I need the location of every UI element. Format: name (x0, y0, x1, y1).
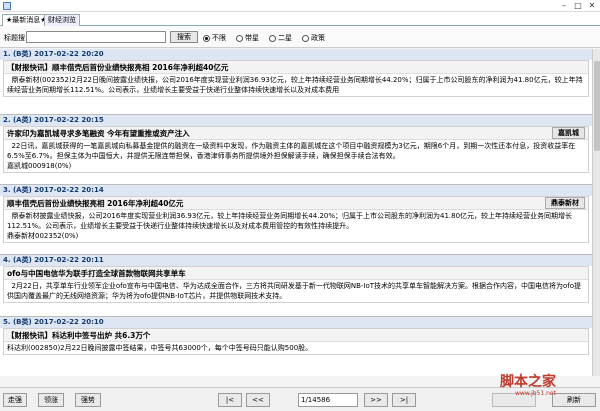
last-page-button[interactable]: >| (392, 393, 416, 407)
news-item-title: ofo与中国电信华为联手打造全球首款物联网共享单车 (7, 268, 186, 278)
title-bar: – □ ✕ (0, 0, 600, 12)
radio-two-star[interactable]: 二星 (269, 33, 292, 43)
radio-dot (236, 34, 243, 42)
news-item-title: 顺丰借壳后首份业绩快报亮相 2016年净利超40亿元 (7, 198, 184, 208)
radio-dot (203, 34, 210, 42)
app-icon (3, 2, 11, 10)
scroll-thumb[interactable] (594, 61, 600, 151)
stock-tag[interactable]: 鼎泰新材 (545, 197, 585, 209)
next-page-button[interactable]: >> (364, 393, 388, 407)
watermark-url: www.jb51.net (515, 390, 556, 397)
strong-button[interactable]: 走强 (3, 393, 27, 407)
strong-trend-button[interactable]: 强势 (75, 393, 101, 407)
search-button[interactable]: 搜索 (170, 31, 198, 43)
news-item-header: 4. (A类) 2017-02-22 20:11 (0, 255, 592, 266)
minimize-button[interactable]: – (558, 1, 570, 11)
news-item-title-bar: 【财报快讯】顺丰借壳后首份业绩快报亮相 2016年净利超40亿元 (4, 61, 588, 74)
radio-policy[interactable]: 政策 (302, 33, 325, 43)
news-item-text: 鼎泰新材(002352)2月22日晚间披露业绩快报，公司2016年度实现营业利润… (7, 76, 583, 94)
news-item-body: 【财报快讯】顺丰借壳后首份业绩快报亮相 2016年净利超40亿元 鼎泰新材(00… (3, 60, 589, 97)
refresh-button[interactable]: 刷新 (552, 393, 596, 407)
news-list: 1. (B类) 2017-02-22 20:20 【财报快讯】顺丰借壳后首份业绩… (0, 49, 592, 376)
tab-bar: ★最新消息★ 财经浏览 (0, 12, 600, 26)
page-indicator[interactable]: 1/14586 (298, 393, 358, 407)
close-button[interactable]: ✕ (586, 1, 598, 11)
search-input[interactable] (26, 31, 166, 43)
radio-label: 带星 (245, 34, 259, 42)
radio-all[interactable]: 不限 (203, 33, 226, 43)
tab-finance-browse[interactable]: 财经浏览 (44, 14, 80, 26)
maximize-button[interactable]: □ (572, 1, 584, 11)
news-item-title: 许家印为嘉凯城寻求多笔融资 今年有望重推或资产注入 (7, 128, 190, 138)
news-item[interactable]: 3. (A类) 2017-02-22 20:14 顺丰借壳后首份业绩快报亮相 2… (0, 185, 592, 255)
stock-tag[interactable]: 嘉凯城 (552, 127, 585, 139)
news-item-body: 【财报快讯】科达利中签号出炉 共6.3万个 科达利(002850)2月22日晚间… (3, 328, 589, 355)
radio-label: 不限 (212, 34, 226, 42)
radio-label: 政策 (311, 34, 325, 42)
news-item-text: 鼎泰新材披露业绩快报，公司2016年度实现营业利润36.93亿元，较上年持续经营… (7, 212, 573, 240)
news-item-text: 2月22日，共享单车行业领军企业ofo宣布与中国电信、华为达成全面合作，三方将共… (7, 282, 582, 300)
news-item-title-bar: 顺丰借壳后首份业绩快报亮相 2016年净利超40亿元 鼎泰新材 (4, 197, 588, 210)
news-item-header: 5. (B类) 2017-02-22 20:10 (0, 317, 592, 328)
radio-starred[interactable]: 带星 (236, 33, 259, 43)
news-item-title-bar: 许家印为嘉凯城寻求多笔融资 今年有望重推或资产注入 嘉凯城 (4, 127, 588, 140)
radio-label: 二星 (278, 34, 292, 42)
news-item[interactable]: 5. (B类) 2017-02-22 20:10 【财报快讯】科达利中签号出炉 … (0, 317, 592, 376)
news-item-header: 1. (B类) 2017-02-22 20:20 (0, 49, 592, 60)
news-item-body: ofo与中国电信华为联手打造全球首款物联网共享单车 2月22日，共享单车行业领军… (3, 266, 589, 303)
prev-page-button[interactable]: << (246, 393, 270, 407)
vertical-scrollbar[interactable] (592, 49, 600, 376)
news-item-body: 许家印为嘉凯城寻求多笔融资 今年有望重推或资产注入 嘉凯城 22日讯，嘉凯城获得的… (3, 126, 589, 173)
app-window: – □ ✕ ★最新消息★ 财经浏览 标题搜： 搜索 不限 带星 二星 政策 1.… (0, 0, 600, 411)
watermark-logo: 脚本之家 (500, 374, 556, 390)
news-item-header: 2. (A类) 2017-02-22 20:15 (0, 115, 592, 126)
search-bar: 标题搜： 搜索 不限 带星 二星 政策 (0, 26, 600, 48)
radio-dot (269, 34, 276, 42)
news-item-title: 【财报快讯】科达利中签号出炉 共6.3万个 (7, 330, 151, 340)
news-item[interactable]: 1. (B类) 2017-02-22 20:20 【财报快讯】顺丰借壳后首份业绩… (0, 49, 592, 115)
news-item-title: 【财报快讯】顺丰借壳后首份业绩快报亮相 2016年净利超40亿元 (7, 62, 229, 72)
news-item-body: 顺丰借壳后首份业绩快报亮相 2016年净利超40亿元 鼎泰新材 鼎泰新材披露业绩快… (3, 196, 589, 243)
news-item-header: 3. (A类) 2017-02-22 20:14 (0, 185, 592, 196)
news-item[interactable]: 4. (A类) 2017-02-22 20:11 ofo与中国电信华为联手打造全… (0, 255, 592, 317)
news-item[interactable]: 2. (A类) 2017-02-22 20:15 许家印为嘉凯城寻求多笔融资 今… (0, 115, 592, 185)
first-page-button[interactable]: |< (218, 393, 242, 407)
news-item-title-bar: 【财报快讯】科达利中签号出炉 共6.3万个 (4, 329, 588, 342)
news-item-text: 科达利(002850)2月22日晚间披露中签结果，中签号共63000个，每个中签… (7, 344, 313, 352)
radio-dot (302, 34, 309, 42)
news-item-text: 22日讯，嘉凯城获得的一笔嘉凯城向私募基金提供的融资在一级资料中发现，作为融资主… (7, 142, 576, 170)
lead-gain-button[interactable]: 领涨 (38, 393, 64, 407)
news-item-title-bar: ofo与中国电信华为联手打造全球首款物联网共享单车 (4, 267, 588, 280)
